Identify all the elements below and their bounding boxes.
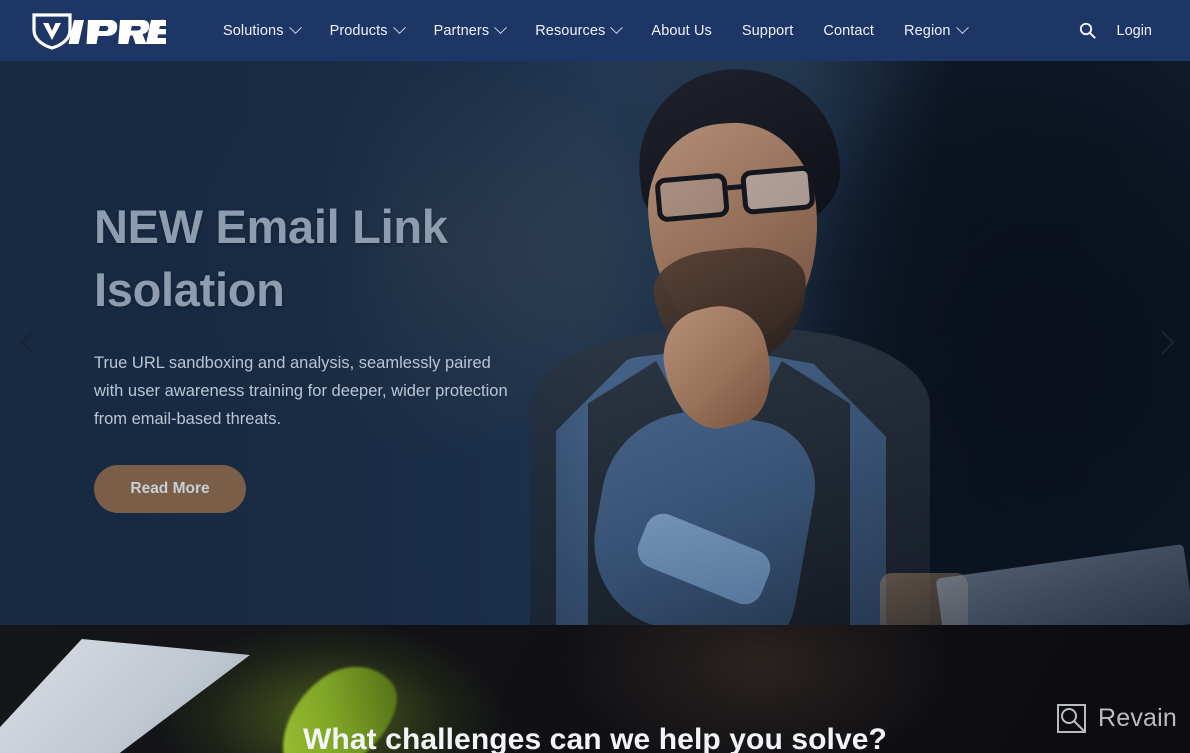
read-more-button[interactable]: Read More: [94, 465, 246, 513]
site-header: ® Solutions Products Partners Resources …: [0, 0, 1190, 61]
chevron-down-icon: [610, 21, 624, 35]
nav-label: Partners: [433, 22, 490, 39]
nav-label: Contact: [823, 22, 875, 39]
revain-logo-icon: [1057, 704, 1086, 733]
nav-item-support[interactable]: Support: [727, 0, 809, 61]
nav-label: Support: [741, 22, 794, 39]
svg-text:®: ®: [160, 19, 166, 27]
carousel-next-button[interactable]: [1140, 320, 1184, 364]
search-icon: [1079, 22, 1096, 39]
chevron-left-icon: [19, 329, 45, 355]
nav-item-contact[interactable]: Contact: [808, 0, 889, 61]
header-actions: Login: [1071, 14, 1160, 48]
nav-label: Region: [904, 22, 951, 39]
main-navigation: Solutions Products Partners Resources Ab…: [208, 0, 982, 61]
chevron-down-icon: [288, 21, 302, 35]
vipre-shield-logo: ®: [32, 12, 166, 50]
carousel-prev-button[interactable]: [10, 320, 54, 364]
nav-item-about-us[interactable]: About Us: [636, 0, 726, 61]
nav-item-region[interactable]: Region: [889, 0, 982, 61]
hero-title: NEW Email Link Isolation: [94, 195, 564, 321]
page-root: ® Solutions Products Partners Resources …: [0, 0, 1190, 753]
nav-item-resources[interactable]: Resources: [520, 0, 636, 61]
chevron-right-icon: [1149, 329, 1175, 355]
challenges-section: What challenges can we help you solve?: [0, 625, 1190, 753]
hero-title-line-1: NEW Email Link: [94, 200, 448, 253]
hero-content: NEW Email Link Isolation True URL sandbo…: [94, 195, 564, 513]
search-button[interactable]: [1071, 14, 1105, 48]
hero-title-line-2: Isolation: [94, 263, 285, 316]
hero-carousel: NEW Email Link Isolation True URL sandbo…: [0, 61, 1190, 625]
nav-label: Products: [329, 22, 388, 39]
revain-label: Revain: [1098, 704, 1178, 732]
hero-subtitle: True URL sandboxing and analysis, seamle…: [94, 354, 508, 428]
chevron-down-icon: [494, 21, 508, 35]
nav-item-partners[interactable]: Partners: [419, 0, 521, 61]
vipre-logo[interactable]: ®: [30, 11, 166, 51]
nav-label: About Us: [651, 22, 712, 39]
challenges-heading: What challenges can we help you solve?: [303, 723, 887, 753]
nav-label: Resources: [535, 22, 606, 39]
nav-item-products[interactable]: Products: [315, 0, 419, 61]
nav-label: Solutions: [223, 22, 284, 39]
chevron-down-icon: [955, 21, 969, 35]
login-link[interactable]: Login: [1109, 23, 1160, 39]
nav-item-solutions[interactable]: Solutions: [208, 0, 315, 61]
revain-watermark: Revain: [1056, 703, 1177, 734]
chevron-down-icon: [392, 21, 406, 35]
